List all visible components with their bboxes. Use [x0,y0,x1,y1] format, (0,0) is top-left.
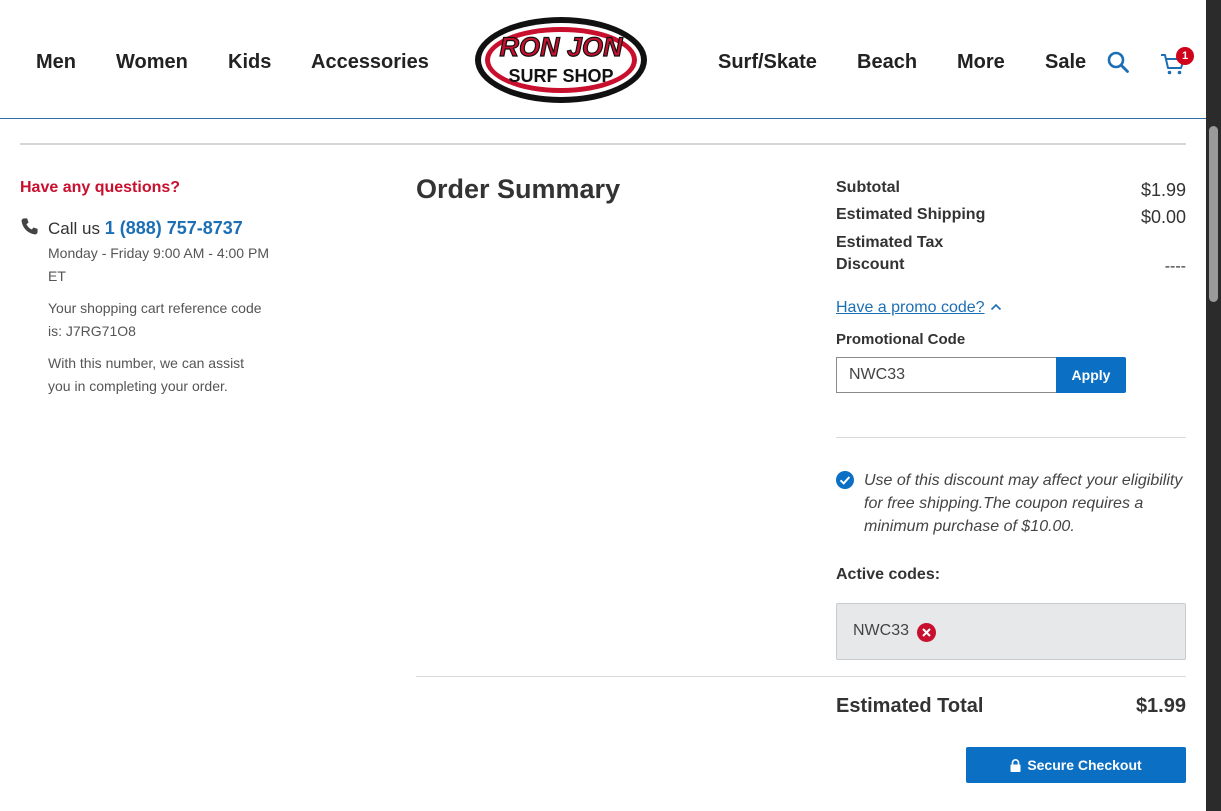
subtotal-value: $1.99 [1140,180,1186,200]
call-us-label: Call us [48,219,100,238]
hours-text: Monday - Friday 9:00 AM - 4:00 PM ET [48,242,283,288]
site-header: Men Women Kids Accessories RON JON SURF … [0,0,1206,119]
page-scrollbar[interactable] [1206,0,1221,811]
active-code-text: NWC33 [853,622,910,639]
assist-line: With this number, we can assist [48,355,245,371]
cart-reference-text: Your shopping cart reference code is: J7… [48,297,283,343]
secure-checkout-label: Secure Checkout [1027,757,1142,773]
logo-text-ron-jon: RON JON [499,32,623,62]
hours-line: Monday - Friday 9:00 AM - 4:00 PM [48,245,269,261]
reference-code: is: J7RG71O8 [48,323,136,339]
shipping-label: Estimated Shipping [836,206,986,223]
assist-text: With this number, we can assist you in c… [48,352,283,398]
estimated-total-label: Estimated Total [836,695,984,717]
nav-men[interactable]: Men [36,51,76,74]
promo-field-label: Promotional Code [836,331,966,348]
shipping-value: $0.00 [1140,207,1186,227]
logo-text-surf-shop: SURF SHOP [508,66,613,86]
promo-code-toggle[interactable]: Have a promo code? [836,299,985,317]
active-codes-label: Active codes: [836,566,941,583]
call-us: Call us 1 (888) 757-8737 [48,218,243,239]
help-title: Have any questions? [20,179,181,196]
secure-checkout-button[interactable]: Secure Checkout [966,747,1186,783]
divider [416,676,1186,677]
discount-value: ---- [1164,258,1186,275]
apply-button[interactable]: Apply [1056,357,1126,393]
nav-sale[interactable]: Sale [1045,51,1086,74]
active-code-chip: NWC33 [836,603,1186,660]
remove-code-icon[interactable] [917,623,936,642]
promo-code-input[interactable] [836,357,1057,393]
discount-label: Discount [836,256,905,273]
subtotal-label: Subtotal [836,179,900,196]
reference-line: Your shopping cart reference code [48,300,262,316]
phone-icon [21,218,38,235]
hours-line: ET [48,268,66,284]
cart-count-badge: 1 [1176,47,1194,65]
divider [836,437,1186,438]
check-circle-icon [836,471,854,489]
lock-icon [1010,758,1021,772]
nav-women[interactable]: Women [116,51,188,74]
nav-beach[interactable]: Beach [857,51,917,74]
order-summary-title: Order Summary [416,174,621,204]
nav-more[interactable]: More [957,51,1005,74]
phone-number-link[interactable]: 1 (888) 757-8737 [105,218,243,238]
chevron-up-icon[interactable] [990,302,1002,312]
discount-notice: Use of this discount may affect your eli… [864,472,1183,535]
ron-jon-logo[interactable]: RON JON SURF SHOP [472,14,650,106]
search-icon[interactable] [1106,50,1130,74]
nav-accessories[interactable]: Accessories [311,51,429,74]
assist-line: you in completing your order. [48,378,228,394]
nav-surf-skate[interactable]: Surf/Skate [718,51,817,74]
nav-kids[interactable]: Kids [228,51,271,74]
scrollbar-thumb[interactable] [1209,126,1218,302]
divider [20,143,1186,145]
estimated-total-value: $1.99 [1135,695,1186,717]
tax-label: Estimated Tax [836,234,944,251]
